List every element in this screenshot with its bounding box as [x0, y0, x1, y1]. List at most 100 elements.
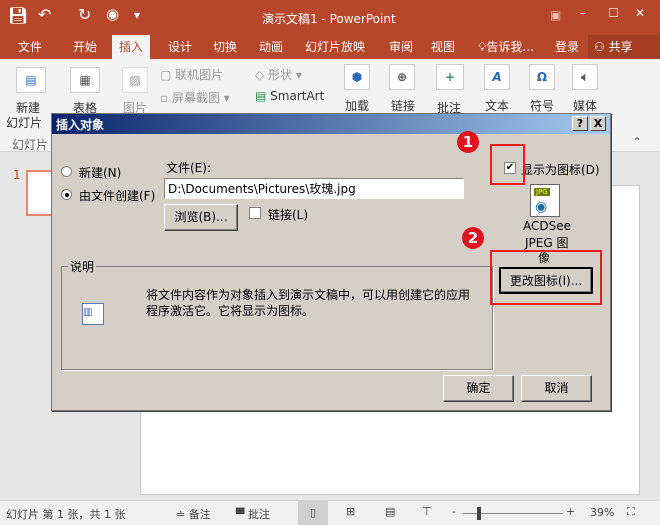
description-group: 说明 ▥ 将文件内容作为对象插入到演示文稿中，可以用创建它的应用 程序激活它。它… — [61, 258, 493, 370]
cancel-button[interactable]: 取消 — [521, 375, 592, 402]
login-link[interactable]: 登录 — [555, 38, 579, 55]
redo-icon[interactable]: ↻ — [78, 5, 91, 24]
acdsee-file-icon: JPG ◉ — [530, 184, 560, 217]
step-1-marker: 1 — [457, 131, 479, 153]
close-window-icon[interactable]: ✕ — [635, 6, 645, 20]
person-icon: ⚇ — [594, 40, 605, 54]
slide-info: 幻灯片 第 1 张，共 1 张 — [6, 508, 126, 521]
tab-view[interactable]: 视图 — [431, 38, 455, 55]
table-icon: ▦ — [70, 67, 100, 93]
dialog-title: 插入对象 — [56, 118, 105, 132]
smartart-icon: ▤ — [255, 89, 267, 103]
comment-bubble-icon: ▀ — [236, 508, 245, 521]
comment-icon: + — [436, 64, 464, 90]
tab-slideshow[interactable]: 幻灯片放映 — [305, 38, 365, 55]
step-1-highlight — [490, 144, 525, 185]
text-icon: A — [484, 64, 510, 90]
new-slide-icon: ▤ — [16, 67, 46, 93]
zoom-level[interactable]: 39% — [590, 506, 614, 519]
online-picture-label: 联机图片 — [175, 68, 224, 82]
comments-button[interactable]: ▀ 批注 — [236, 506, 270, 522]
object-icon: ▥ — [82, 303, 104, 325]
radio-from-file-label: 由文件创建(F) — [79, 189, 156, 203]
fit-to-window-icon[interactable]: ⛶ — [627, 505, 635, 519]
save-icon[interactable]: 💾︎ — [8, 6, 28, 25]
ribbon-tabs: 文件 开始 插入 设计 切换 动画 幻灯片放映 审阅 视图 💡︎告诉我... 登… — [0, 35, 660, 59]
description-label: 说明 — [68, 258, 97, 275]
tab-transitions[interactable]: 切换 — [213, 38, 237, 55]
zoom-out-button[interactable]: - — [452, 505, 456, 518]
slideshow-start-icon[interactable]: ◉ — [106, 5, 119, 23]
window-title: 演示文稿1 - PowerPoint — [262, 12, 396, 26]
ribbon-display-icon[interactable]: ▣ — [550, 8, 561, 22]
link-checkbox[interactable] — [249, 207, 261, 219]
smartart-button[interactable]: ▤ SmartArt — [255, 89, 324, 103]
tab-design[interactable]: 设计 — [168, 38, 192, 55]
addins-icon: ⬢ — [344, 64, 370, 90]
title-bar: 💾︎ ↶ ↻ ◉ ▾ 演示文稿1 - PowerPoint ▣ – ☐ ✕ — [0, 0, 660, 35]
link-icon: ⊕ — [389, 64, 415, 90]
file-label: 文件(E): — [166, 161, 211, 175]
slide-sorter-icon[interactable]: ⊞ — [346, 505, 355, 518]
text-button[interactable]: 文本 — [485, 97, 509, 114]
qat-more-icon[interactable]: ▾ — [134, 8, 140, 22]
shapes-button[interactable]: ◇ 形状 ▾ — [255, 66, 302, 83]
links-button[interactable]: 链接 — [391, 97, 415, 114]
addins-button[interactable]: 加载 — [345, 97, 369, 114]
file-path-input[interactable] — [164, 178, 464, 199]
tell-me[interactable]: 💡︎告诉我... — [478, 38, 534, 55]
radio-new-label: 新建(N) — [79, 166, 122, 180]
shapes-label: 形状 — [268, 68, 293, 82]
browse-button[interactable]: 浏览(B)... — [164, 204, 238, 231]
dialog-close-button[interactable]: X — [590, 116, 606, 131]
speaker-icon: 🔈︎ — [572, 64, 598, 90]
tab-insert[interactable]: 插入 — [112, 35, 151, 59]
maximize-icon[interactable]: ☐ — [608, 6, 619, 20]
radio-from-file[interactable] — [61, 189, 72, 200]
screenshot-label: 屏幕截图 — [171, 91, 220, 105]
minimize-icon[interactable]: – — [580, 6, 586, 20]
step-2-marker: 2 — [462, 227, 484, 249]
normal-view-icon[interactable]: ▯ — [298, 501, 328, 525]
display-as-icon-label: 显示为图标(D) — [521, 163, 600, 177]
tab-review[interactable]: 审阅 — [389, 38, 413, 55]
smartart-label: SmartArt — [270, 89, 325, 103]
new-slide-dropdown[interactable]: 幻灯片 — [6, 114, 42, 131]
link-label: 链接(L) — [268, 208, 309, 222]
jpg-badge: JPG — [534, 188, 550, 196]
tab-animations[interactable]: 动画 — [259, 38, 283, 55]
tell-me-label: 告诉我... — [486, 40, 534, 54]
collapse-ribbon-icon[interactable]: ⌃ — [632, 135, 642, 149]
status-bar: 幻灯片 第 1 张，共 1 张 ≐ 备注 ▀ 批注 ▯ ⊞ ▤ ⊤ - + 39… — [0, 500, 660, 525]
tab-file[interactable]: 文件 — [18, 38, 42, 55]
picture-icon: ▨ — [122, 67, 148, 93]
radio-new[interactable] — [61, 166, 72, 177]
step-2-highlight — [490, 250, 602, 305]
chart-glyph-icon: ▥ — [83, 307, 93, 318]
symbols-button[interactable]: 符号 — [530, 97, 554, 114]
undo-icon[interactable]: ↶ — [38, 5, 51, 24]
comments-label: 批注 — [247, 508, 270, 521]
slide-number: 1 — [13, 168, 21, 182]
share-label: 共享 — [608, 40, 633, 54]
zoom-slider-thumb[interactable] — [477, 507, 481, 520]
reading-view-icon[interactable]: ▤ — [385, 505, 395, 518]
group-slides-label: 幻灯片 — [12, 138, 49, 152]
icon-caption-1: ACDSee — [523, 219, 571, 233]
tab-home[interactable]: 开始 — [73, 38, 97, 55]
description-line-1: 将文件内容作为对象插入到演示文稿中，可以用创建它的应用 — [146, 288, 471, 302]
zoom-in-button[interactable]: + — [566, 505, 575, 518]
notes-label: 备注 — [188, 508, 211, 521]
media-button[interactable]: 媒体 — [573, 97, 597, 114]
notes-button[interactable]: ≐ 备注 — [176, 506, 211, 522]
screenshot-button[interactable]: ▫ 屏幕截图 ▾ — [160, 89, 230, 106]
dialog-title-bar: 插入对象 ? X — [52, 114, 610, 134]
share-button[interactable]: ⚇ 共享 — [588, 35, 660, 59]
online-picture-button[interactable]: ▢ 联机图片 — [160, 66, 223, 83]
help-button[interactable]: ? — [572, 116, 588, 131]
ok-button[interactable]: 确定 — [443, 375, 514, 402]
description-line-2: 程序激活它。它将显示为图标。 — [146, 304, 315, 318]
omega-icon: Ω — [529, 64, 555, 90]
eye-icon: ◉ — [535, 199, 548, 215]
slideshow-view-icon[interactable]: ⊤ — [422, 505, 432, 518]
